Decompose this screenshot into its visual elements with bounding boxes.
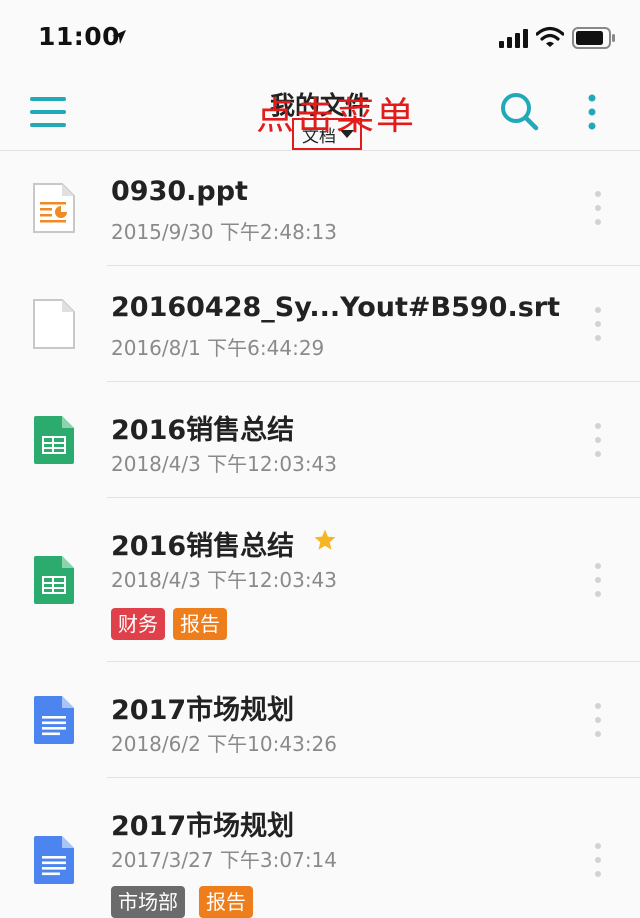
file-date: 2015/9/30 下午2:48:13 (111, 220, 338, 244)
tag-badge[interactable]: 报告 (173, 608, 227, 640)
document-file-icon (34, 836, 74, 884)
tag-badge[interactable]: 财务 (111, 608, 165, 640)
location-arrow-icon (112, 30, 126, 44)
file-date: 2018/4/3 下午12:03:43 (111, 568, 338, 592)
star-icon (314, 529, 336, 550)
search-button[interactable] (498, 90, 542, 134)
file-name: 2017市场规划 (111, 811, 295, 842)
row-more-button[interactable] (586, 700, 610, 740)
document-file-icon (34, 696, 74, 744)
generic-file-icon (33, 299, 75, 349)
tag-badge[interactable]: 报告 (199, 886, 253, 918)
row-more-button[interactable] (586, 188, 610, 228)
row-more-button[interactable] (586, 840, 610, 880)
tag-badge[interactable]: 市场部 (111, 886, 185, 918)
file-date: 2018/4/3 下午12:03:43 (111, 452, 338, 476)
status-time: 11:00 (38, 22, 121, 51)
file-name: 0930.ppt (111, 176, 248, 207)
file-row[interactable]: 2016销售总结 2018/4/3 下午12:03:43 (0, 382, 640, 498)
file-date: 2017/3/27 下午3:07:14 (111, 848, 338, 872)
file-name: 20160428_Sy...Yout#B590.srt (111, 292, 560, 323)
cellular-signal-icon (499, 29, 528, 48)
file-name: 2016销售总结 (111, 415, 295, 446)
file-name: 2017市场规划 (111, 695, 295, 726)
presentation-file-icon (33, 183, 75, 233)
row-more-button[interactable] (586, 304, 610, 344)
spreadsheet-file-icon (34, 416, 74, 464)
file-manager-screen: 11:00 我的文件 文档 0930.ppt 2015/9/30 下午2:48:… (0, 0, 640, 918)
annotation-text: 点击菜单 (256, 94, 417, 138)
battery-icon (572, 27, 615, 49)
wifi-icon (536, 26, 564, 47)
spreadsheet-file-icon (34, 556, 74, 604)
file-row[interactable]: 2016销售总结 2018/4/3 下午12:03:43 财务 报告 (0, 498, 640, 662)
row-more-button[interactable] (586, 560, 610, 600)
status-bar: 11:00 (0, 0, 640, 78)
file-row[interactable]: 2017市场规划 2017/3/27 下午3:07:14 市场部 报告 (0, 778, 640, 918)
file-row[interactable]: 0930.ppt 2015/9/30 下午2:48:13 (0, 150, 640, 266)
more-options-button[interactable] (576, 90, 608, 134)
more-vertical-icon (588, 94, 596, 130)
file-date: 2018/6/2 下午10:43:26 (111, 732, 338, 756)
file-date: 2016/8/1 下午6:44:29 (111, 336, 325, 360)
file-row[interactable]: 2017市场规划 2018/6/2 下午10:43:26 (0, 662, 640, 778)
file-row[interactable]: 20160428_Sy...Yout#B590.srt 2016/8/1 下午6… (0, 266, 640, 382)
search-icon (501, 93, 539, 131)
row-more-button[interactable] (586, 420, 610, 460)
file-name: 2016销售总结 (111, 531, 295, 562)
